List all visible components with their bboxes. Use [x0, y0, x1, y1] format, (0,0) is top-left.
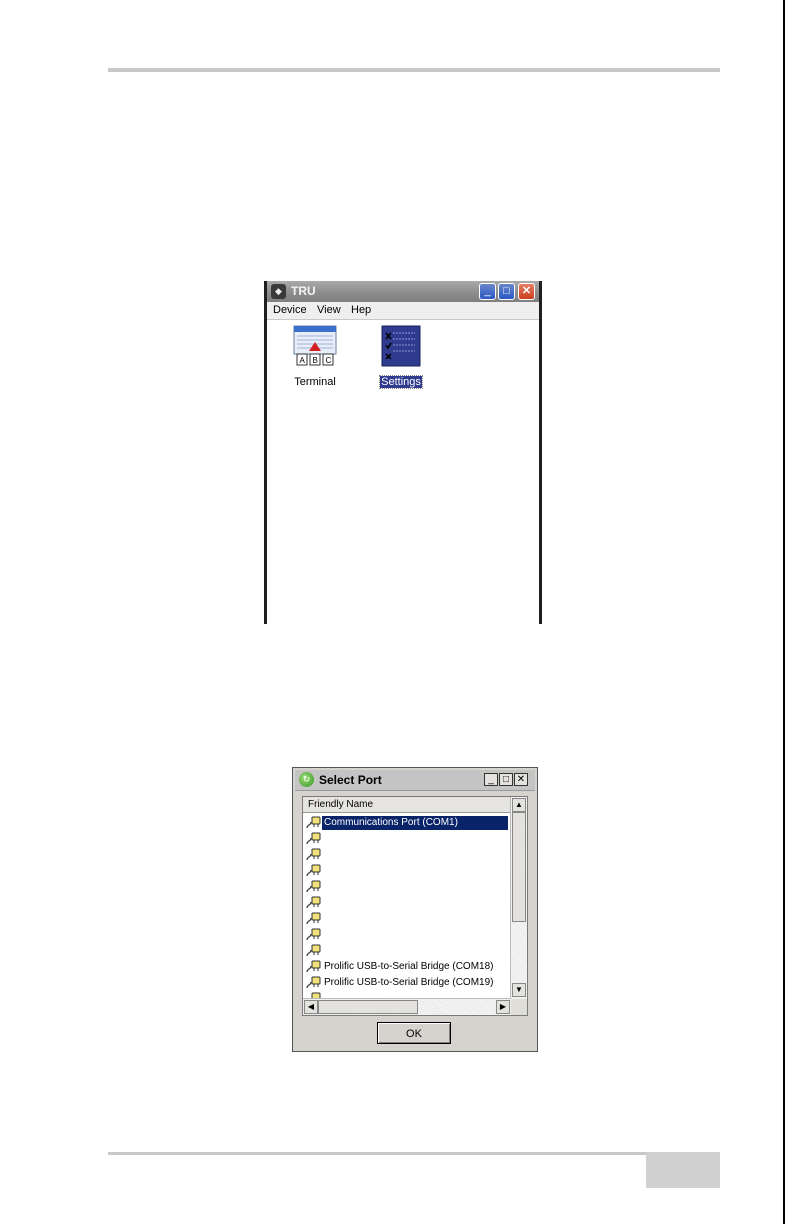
close-button[interactable]: ✕: [518, 283, 535, 300]
tru-window-title: TRU: [291, 284, 316, 298]
port-label: [322, 848, 326, 862]
ok-button[interactable]: OK: [377, 1022, 451, 1044]
column-header-friendly-name[interactable]: Friendly Name: [303, 797, 511, 813]
header-rule: [108, 68, 720, 72]
serial-port-icon: [306, 880, 321, 893]
tru-window: ◆ TRU _ □ ✕ Device View Hep A B C Termin…: [264, 281, 542, 624]
port-list-item[interactable]: [305, 831, 511, 847]
tru-app-icon: ◆: [271, 284, 286, 299]
scroll-up-arrow-icon[interactable]: ▲: [512, 798, 526, 812]
port-label: Communications Port (COM1): [322, 816, 508, 830]
svg-text:C: C: [326, 356, 332, 365]
horizontal-scroll-thumb[interactable]: [318, 1000, 418, 1014]
settings-icon: [381, 325, 421, 367]
scrollbar-corner: [511, 999, 527, 1015]
terminal-item[interactable]: A B C Terminal: [285, 325, 345, 390]
port-label: [322, 912, 326, 926]
refresh-icon: ↻: [299, 772, 314, 787]
tru-menubar: Device View Hep: [267, 302, 539, 320]
horizontal-scrollbar[interactable]: ◀ ▶: [303, 998, 511, 1015]
serial-port-icon: [306, 848, 321, 861]
close-button[interactable]: ✕: [514, 773, 528, 786]
settings-item[interactable]: Settings: [371, 325, 431, 390]
select-port-title: Select Port: [319, 773, 382, 787]
port-list-item[interactable]: Communications Port (COM1): [305, 815, 511, 831]
svg-text:A: A: [300, 356, 306, 365]
port-list-item[interactable]: [305, 879, 511, 895]
menu-view[interactable]: View: [317, 304, 341, 316]
port-list-item[interactable]: [305, 847, 511, 863]
serial-port-icon: [306, 976, 321, 989]
page-number-box: [646, 1152, 720, 1188]
port-list-item[interactable]: Prolific USB-to-Serial Bridge (COM19): [305, 975, 511, 991]
minimize-button[interactable]: _: [479, 283, 496, 300]
serial-port-icon: [306, 864, 321, 877]
serial-port-icon: [306, 912, 321, 925]
port-list[interactable]: Friendly Name Communications Port (COM1)…: [302, 796, 528, 1016]
svg-text:B: B: [313, 356, 318, 365]
select-port-titlebar[interactable]: ↻ Select Port _ □ ✕: [295, 770, 535, 791]
select-port-dialog: ↻ Select Port _ □ ✕ Friendly Name Commun…: [292, 767, 538, 1052]
port-list-item[interactable]: [305, 911, 511, 927]
terminal-label: Terminal: [294, 376, 336, 388]
page-edge-line: [783, 0, 785, 1224]
minimize-button[interactable]: _: [484, 773, 498, 786]
vertical-scrollbar[interactable]: ▲ ▼: [510, 797, 527, 999]
serial-port-icon: [306, 944, 321, 957]
serial-port-icon: [306, 896, 321, 909]
port-label: [322, 896, 326, 910]
port-list-item[interactable]: Prolific USB-to-Serial Bridge (COM18): [305, 959, 511, 975]
port-label: [322, 832, 326, 846]
port-list-item[interactable]: [305, 863, 511, 879]
port-list-item[interactable]: [305, 927, 511, 943]
terminal-icon: A B C: [293, 325, 337, 366]
menu-device[interactable]: Device: [273, 304, 307, 316]
tru-titlebar[interactable]: ◆ TRU _ □ ✕: [267, 281, 539, 302]
serial-port-icon: [306, 928, 321, 941]
maximize-button[interactable]: □: [498, 283, 515, 300]
scroll-left-arrow-icon[interactable]: ◀: [304, 1000, 318, 1014]
serial-port-icon: [306, 960, 321, 973]
menu-help[interactable]: Hep: [351, 304, 371, 316]
port-label: [322, 944, 326, 958]
serial-port-icon: [306, 816, 321, 829]
maximize-button[interactable]: □: [499, 773, 513, 786]
port-list-item[interactable]: [305, 895, 511, 911]
serial-port-icon: [306, 832, 321, 845]
scroll-right-arrow-icon[interactable]: ▶: [496, 1000, 510, 1014]
port-list-item[interactable]: [305, 943, 511, 959]
port-label: Prolific USB-to-Serial Bridge (COM18): [324, 961, 494, 972]
vertical-scroll-thumb[interactable]: [512, 812, 526, 922]
port-label: [322, 864, 326, 878]
port-label: Prolific USB-to-Serial Bridge (COM19): [324, 977, 494, 988]
settings-label: Settings: [379, 375, 423, 389]
footer-rule: [108, 1152, 720, 1155]
scroll-down-arrow-icon[interactable]: ▼: [512, 983, 526, 997]
port-label: [322, 880, 326, 894]
port-label: [322, 928, 326, 942]
